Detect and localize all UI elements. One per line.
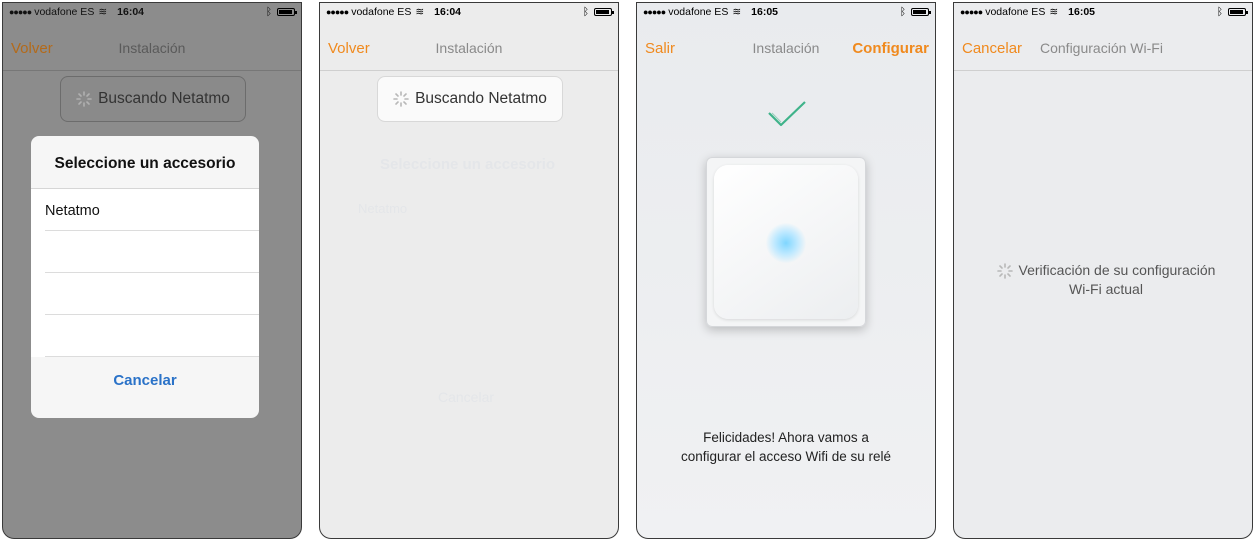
battery-icon (1228, 8, 1248, 16)
fading-accessory-option: Netatmo (358, 201, 408, 216)
status-time: 16:04 (434, 6, 461, 18)
status-time: 16:05 (1068, 6, 1095, 18)
fading-cancel-label: Cancelar (438, 389, 495, 405)
fading-sheet-title: Seleccione un accesorio (380, 156, 556, 173)
exit-button[interactable]: Salir (645, 21, 675, 76)
accessory-picker-sheet: Seleccione un accesorio Netatmo Cancelar (31, 136, 259, 418)
searching-indicator: Buscando Netatmo (377, 76, 563, 122)
spinner-icon (393, 91, 409, 107)
status-bar: ●●●●● vodafone ES ≋ 16:05 ᛒ (954, 3, 1252, 21)
status-time: 16:05 (751, 6, 778, 18)
status-bar: ●●●●● vodafone ES ≋ 16:04 ᛒ (3, 3, 301, 21)
status-bar: ●●●●● vodafone ES ≋ 16:05 ᛒ (637, 3, 935, 21)
spinner-icon (996, 262, 1013, 279)
battery-icon (277, 8, 297, 16)
signal-dots-icon: ●●●●● (960, 7, 983, 17)
verifying-message-line1: Verificación de su configuración (1018, 262, 1216, 278)
checkmark-icon (768, 101, 806, 127)
success-message-line1: Felicidades! Ahora vamos a (703, 430, 869, 445)
wifi-icon: ≋ (1049, 6, 1059, 18)
success-message-line2: configurar el acceso Wifi de su relé (680, 449, 892, 464)
spinner-icon (76, 91, 92, 107)
status-led-glow (766, 223, 806, 263)
accessory-option-empty (45, 273, 259, 315)
nav-bar: Instalación Volver (3, 21, 301, 71)
searching-indicator: Buscando Netatmo (60, 76, 246, 122)
configure-button[interactable]: Configurar (852, 21, 929, 76)
signal-dots-icon: ●●●●● (9, 7, 32, 17)
searching-label: Buscando Netatmo (415, 90, 547, 107)
carrier-label: vodafone ES (985, 6, 1046, 18)
sheet-cancel-button[interactable]: Cancelar (31, 357, 259, 405)
nav-title: Configuración Wi-Fi (1040, 40, 1163, 56)
screen-wifi-config: ●●●●● vodafone ES ≋ 16:05 ᛒ Cancelar Con… (953, 2, 1253, 539)
carrier-label: vodafone ES (34, 6, 95, 18)
status-bar: ●●●●● vodafone ES ≋ 16:04 ᛒ (320, 3, 618, 21)
status-time: 16:04 (117, 6, 144, 18)
screen-success: ●●●●● vodafone ES ≋ 16:05 ᛒ Instalación … (636, 2, 936, 539)
bluetooth-icon: ᛒ (265, 6, 272, 18)
accessory-option-empty (45, 231, 259, 273)
bluetooth-icon: ᛒ (1216, 6, 1223, 18)
carrier-label: vodafone ES (668, 6, 729, 18)
bluetooth-icon: ᛒ (582, 6, 589, 18)
accessory-option[interactable]: Netatmo (45, 189, 259, 231)
relay-device-face (714, 165, 858, 319)
battery-icon (594, 8, 614, 16)
signal-dots-icon: ●●●●● (643, 7, 666, 17)
cancel-button[interactable]: Cancelar (962, 21, 1022, 76)
wifi-icon: ≋ (732, 6, 742, 18)
screen-select-accessory: ●●●●● vodafone ES ≋ 16:04 ᛒ Instalación … (2, 2, 302, 539)
back-button[interactable]: Volver (11, 21, 53, 76)
accessory-option-empty (45, 315, 259, 357)
sheet-title: Seleccione un accesorio (31, 136, 259, 189)
wifi-icon: ≋ (415, 6, 425, 18)
back-button[interactable]: Volver (328, 21, 370, 76)
screen-searching: ●●●●● vodafone ES ≋ 16:04 ᛒ Instalación … (319, 2, 619, 539)
verifying-message-line2: Wi-Fi actual (1069, 281, 1143, 297)
relay-device-image (706, 157, 866, 327)
carrier-label: vodafone ES (351, 6, 412, 18)
nav-bar: Cancelar Configuración Wi-Fi (954, 21, 1252, 71)
signal-dots-icon: ●●●●● (326, 7, 349, 17)
searching-label: Buscando Netatmo (98, 90, 230, 107)
battery-icon (911, 8, 931, 16)
nav-bar: Instalación Volver (320, 21, 618, 71)
success-message: Felicidades! Ahora vamos a configurar el… (637, 428, 935, 466)
bluetooth-icon: ᛒ (899, 6, 906, 18)
wifi-icon: ≋ (98, 6, 108, 18)
verifying-message: Verificación de su configuración Wi-Fi a… (974, 261, 1238, 299)
nav-bar: Instalación Salir Configurar (637, 21, 935, 71)
